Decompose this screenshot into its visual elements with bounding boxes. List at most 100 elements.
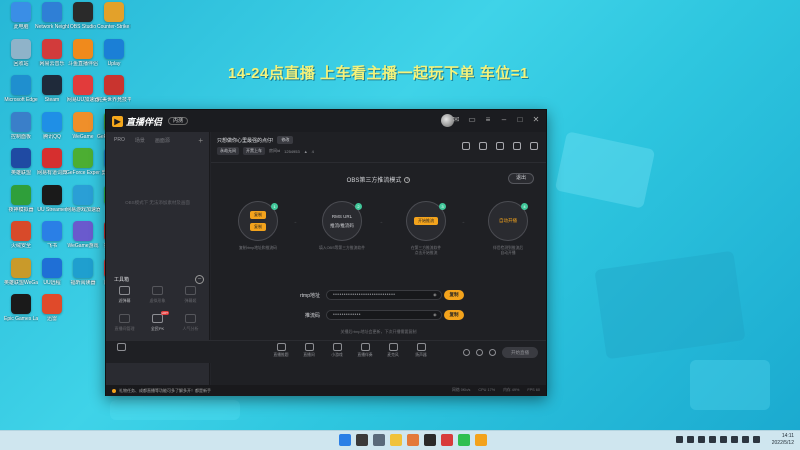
desktop-icon-label: 网易UU加速器 <box>66 97 100 103</box>
bottom-tool-2[interactable]: 小游戏 <box>322 343 352 358</box>
bottom-tool-5[interactable]: 扬声器 <box>406 343 436 358</box>
desktop-icon[interactable]: Microsoft Edge <box>4 75 38 111</box>
file-explorer-icon[interactable] <box>390 434 402 446</box>
desktop-icon[interactable]: 英雄联盟WeGame版 <box>4 257 38 294</box>
collapse-icon[interactable]: – <box>195 275 204 284</box>
title-bar[interactable]: ▶ 直播伴侣 内测 ✉ ▭ ≡ – □ ✕ <box>106 110 546 132</box>
desktop-icon[interactable]: 英雄联盟 <box>4 148 38 184</box>
eye-icon[interactable]: ◉ <box>433 291 437 299</box>
camera-icon[interactable] <box>463 349 470 356</box>
rtmp-field[interactable]: ••••••••••••••••••••••••••••• ◉ <box>326 290 442 300</box>
copy-key-button[interactable]: 复制 <box>444 310 464 320</box>
empty-source-hint: OBS模式下 无法添加素材及画面 <box>125 200 190 205</box>
eye-icon[interactable]: ◉ <box>433 311 437 319</box>
tag-chip[interactable]: 开黑上车 <box>243 147 265 155</box>
search-icon[interactable] <box>356 434 368 446</box>
game-icon[interactable] <box>106 343 136 351</box>
toolbox-item[interactable]: 虚拟形象 <box>141 286 174 308</box>
status-message[interactable]: 礼物任务、成都直播等功能可多了解多开！都是新手 <box>112 388 211 394</box>
start-stream-button[interactable]: 开始直播 <box>502 347 538 358</box>
desktop-icon[interactable]: WeGame游戏 <box>66 221 100 257</box>
share-icon[interactable] <box>530 142 538 150</box>
room-id-label: 房间id <box>269 148 281 153</box>
desktop-icon[interactable]: 完美世界竞技平台 <box>97 75 131 111</box>
tray-icon[interactable] <box>720 436 727 443</box>
toolbox-item[interactable]: 人气分析 <box>174 314 207 336</box>
minimize-icon[interactable]: – <box>500 116 508 124</box>
desktop-icon[interactable]: UU Streamer <box>35 184 69 221</box>
desktop-icon[interactable]: WeGame <box>66 111 100 148</box>
desktop-icon[interactable]: 腾讯QQ <box>35 111 69 148</box>
eye-icon[interactable] <box>476 349 483 356</box>
desktop-icon[interactable]: 网易云音乐 <box>35 38 69 75</box>
copy-rtmp-button[interactable]: 复制 <box>444 290 464 300</box>
bottom-tool-0[interactable]: 直播推题 <box>266 343 296 358</box>
desktop-icon[interactable]: Counter-Strike Global... <box>97 2 131 38</box>
desktop-icon[interactable]: 火绒安全 <box>4 221 38 257</box>
tray-icon[interactable] <box>709 436 716 443</box>
desktop-icon[interactable]: Uplay <box>97 38 131 75</box>
desktop-icon[interactable]: Steam <box>35 75 69 111</box>
desktop-icon[interactable]: 网易UU加速器 <box>66 75 100 111</box>
toolbox-item[interactable]: HOT 全民PK <box>141 311 174 336</box>
taskbar-app-icon[interactable] <box>407 434 419 446</box>
desktop-icon[interactable]: 控制面板 <box>4 111 38 148</box>
bell-icon[interactable] <box>513 142 521 150</box>
start-icon[interactable] <box>339 434 351 446</box>
tab-source[interactable]: 画面源 <box>155 137 170 144</box>
tray-icon[interactable] <box>687 436 694 443</box>
tab-scene[interactable]: 场景 <box>135 137 145 144</box>
desktop-icon[interactable]: OBS Studio <box>66 2 100 38</box>
bottom-tool-3[interactable]: 直播伴奏 <box>350 343 380 358</box>
taskbar-app-icon[interactable] <box>441 434 453 446</box>
skin-icon[interactable]: ▭ <box>468 116 476 124</box>
stream-key-label: 推流码 <box>304 312 320 319</box>
desktop-icon[interactable]: 斗鱼直播伴侣 <box>66 38 100 75</box>
app-icon <box>73 2 93 22</box>
menu-icon[interactable]: ≡ <box>484 116 492 124</box>
maximize-icon[interactable]: □ <box>516 116 524 124</box>
exit-obs-button[interactable]: 退出 <box>508 173 534 184</box>
toolbox-item[interactable]: 直播间管理 <box>108 314 141 336</box>
settings-icon[interactable] <box>489 349 496 356</box>
clock[interactable]: 14:11 2022/5/12 <box>772 433 794 447</box>
toolbox-item[interactable]: 弹幕姬 <box>174 286 207 308</box>
tray-icon[interactable] <box>698 436 705 443</box>
stream-key-field[interactable]: ••••••••••••• ◉ <box>326 310 442 320</box>
gift-icon[interactable] <box>462 142 470 150</box>
lock-icon[interactable] <box>479 142 487 150</box>
desktop-icon[interactable]: 福昕阅读器 <box>66 257 100 294</box>
desktop-icon[interactable]: 夜神模拟器 <box>4 184 38 221</box>
share-screen-icon[interactable] <box>496 142 504 150</box>
tray-icon[interactable] <box>676 436 683 443</box>
desktop-icon[interactable]: Epic Games Launcher <box>4 294 38 330</box>
tray-icon[interactable] <box>731 436 738 443</box>
desktop-icon[interactable]: Network Neighbor... <box>35 2 69 38</box>
desktop-icon[interactable]: 此电脑 <box>4 2 38 38</box>
mail-icon[interactable]: ✉ <box>452 116 460 124</box>
toolbox-item[interactable]: 滤弹幕 <box>108 286 141 308</box>
edit-title-button[interactable]: 修改 <box>277 136 294 144</box>
taskbar-app-icon[interactable] <box>458 434 470 446</box>
desktop-icon[interactable]: 网易有道词典 <box>35 148 69 184</box>
bottom-tool-1[interactable]: 直播间 <box>294 343 324 358</box>
desktop-icon-label: GeForce Experience <box>66 170 100 176</box>
desktop-icon[interactable]: 回收站 <box>4 38 38 75</box>
app-icon <box>73 184 93 205</box>
volume-icon[interactable] <box>753 436 760 443</box>
desktop-icon[interactable]: 飞书 <box>35 221 69 257</box>
desktop-icon[interactable]: 网易游戏加速器 <box>66 184 100 221</box>
taskbar-app-icon[interactable] <box>475 434 487 446</box>
bottom-tool-4[interactable]: 麦克风 <box>378 343 408 358</box>
desktop-icon[interactable]: UU远程 <box>35 257 69 294</box>
tab-pro[interactable]: PRO <box>114 137 125 143</box>
taskbar-app-icon[interactable] <box>424 434 436 446</box>
desktop-icon[interactable]: GeForce Experience <box>66 148 100 184</box>
add-scene-icon[interactable]: + <box>198 136 203 145</box>
task-view-icon[interactable] <box>373 434 385 446</box>
help-icon[interactable]: ? <box>404 177 411 184</box>
desktop-icon[interactable]: 迅雷 <box>35 294 69 330</box>
category-chip[interactable]: 永劫无间 <box>217 147 239 155</box>
close-icon[interactable]: ✕ <box>532 116 540 124</box>
wifi-icon[interactable] <box>742 436 749 443</box>
